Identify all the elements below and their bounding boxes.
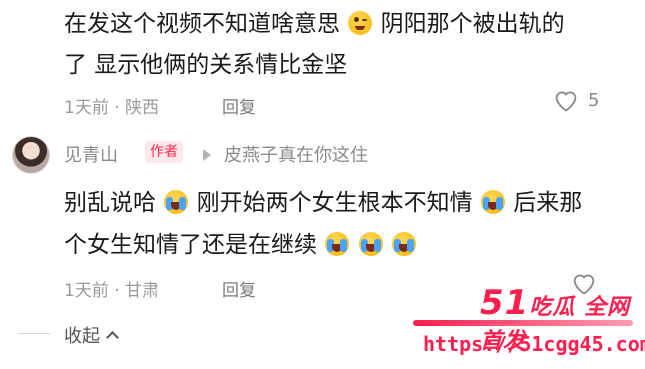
comment-2-text-c: 后来那 — [513, 190, 583, 216]
comment-2-line-2: 个女生知情了还是在继续 — [64, 225, 417, 259]
wink-face-emoji-icon — [348, 11, 373, 35]
heart-icon — [555, 91, 577, 112]
comment-2-line-1: 别乱说哈 刚开始两个女生根本不知情 后来那 — [64, 183, 582, 217]
avatar[interactable] — [12, 136, 50, 174]
comment-1-like-button[interactable]: 5 — [552, 87, 599, 113]
comment-1-like-count: 5 — [588, 89, 600, 111]
crying-laughing-emoji-icon — [358, 232, 383, 256]
crying-laughing-emoji-icon — [164, 190, 189, 214]
watermark-stripe — [413, 320, 633, 326]
comment-2-text-d: 个女生知情了还是在继续 — [64, 232, 317, 258]
author-badge: 作者 — [145, 141, 183, 163]
reply-arrow-icon — [203, 149, 211, 161]
collapse-label: 收起 — [64, 326, 100, 347]
watermark-url: https://51cgg45.com — [423, 332, 645, 356]
chevron-up-icon — [106, 331, 119, 344]
comment-2-time-location: 1天前 · 甘肃 — [64, 281, 160, 301]
crying-laughing-emoji-icon — [325, 232, 350, 256]
comment-2-text-a: 别乱说哈 — [64, 190, 156, 216]
comment-1-reply-button[interactable]: 回复 — [222, 93, 256, 118]
comment-1-text-b: 阴阳那个被出轨的 — [380, 11, 565, 37]
crying-laughing-emoji-icon — [391, 232, 416, 256]
comment-1-line-2: 了 显示他俩的关系情比金坚 — [64, 52, 348, 78]
comment-2-text-b: 刚开始两个女生根本不知情 — [196, 190, 473, 216]
collapse-replies-button[interactable]: 收起 — [64, 322, 119, 348]
comment-2-reply-button[interactable]: 回复 — [222, 276, 256, 301]
watermark-brand-number: 51 — [480, 283, 530, 323]
comment-1-time-location: 1天前 · 陕西 — [64, 98, 160, 118]
crying-laughing-emoji-icon — [480, 190, 505, 214]
collapse-divider — [18, 333, 50, 334]
reply-to-user[interactable]: 皮燕子真在你这住 — [224, 141, 368, 167]
comment-1-text-a: 在发这个视频不知道啥意思 — [64, 11, 340, 37]
comment-1-line-1: 在发这个视频不知道啥意思 阴阳那个被出轨的 — [64, 4, 565, 38]
author-name[interactable]: 见青山 — [64, 141, 118, 167]
